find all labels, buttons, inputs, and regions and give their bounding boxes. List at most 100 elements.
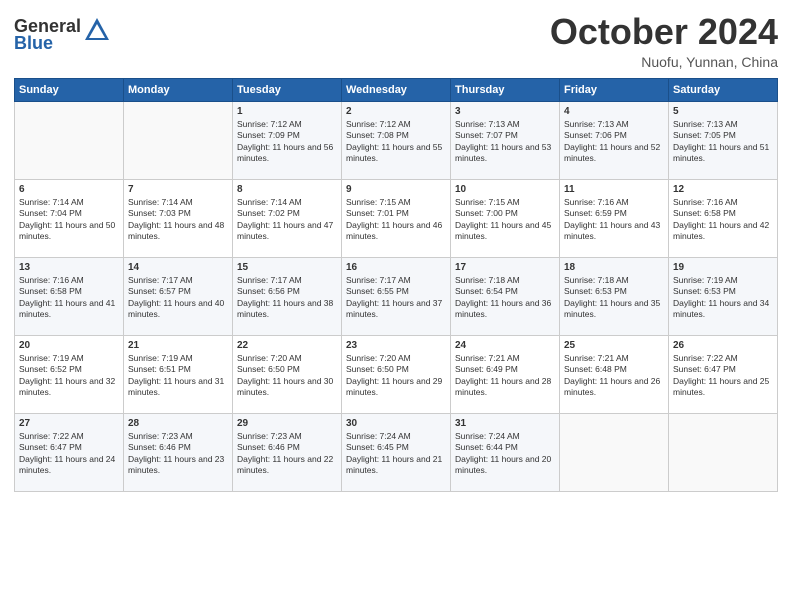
calendar-table: SundayMondayTuesdayWednesdayThursdayFrid… (14, 78, 778, 492)
week-row-2: 6 Sunrise: 7:14 AMSunset: 7:04 PMDaylight… (15, 179, 778, 257)
calendar-cell: 20 Sunrise: 7:19 AMSunset: 6:52 PMDayligh… (15, 335, 124, 413)
day-info: Sunrise: 7:14 AMSunset: 7:04 PMDaylight:… (19, 197, 119, 243)
header-day-monday: Monday (124, 78, 233, 101)
calendar-cell: 10Sunrise: 7:15 AMSunset: 7:00 PMDayligh… (451, 179, 560, 257)
day-info: Sunrise: 7:23 AMSunset: 6:46 PMDaylight:… (237, 431, 337, 477)
calendar-cell (560, 413, 669, 491)
day-info: Sunrise: 7:12 AMSunset: 7:08 PMDaylight:… (346, 119, 446, 165)
day-info: Sunrise: 7:16 AMSunset: 6:58 PMDaylight:… (19, 275, 119, 321)
day-info: Sunrise: 7:13 AMSunset: 7:05 PMDaylight:… (673, 119, 773, 165)
calendar-cell: 2 Sunrise: 7:12 AMSunset: 7:08 PMDaylight… (342, 101, 451, 179)
day-number: 6 (19, 184, 119, 195)
day-number: 15 (237, 262, 337, 273)
calendar-cell: 29 Sunrise: 7:23 AMSunset: 6:46 PMDayligh… (233, 413, 342, 491)
header-day-friday: Friday (560, 78, 669, 101)
day-number: 23 (346, 340, 446, 351)
day-number: 22 (237, 340, 337, 351)
day-info: Sunrise: 7:19 AMSunset: 6:52 PMDaylight:… (19, 353, 119, 399)
day-number: 29 (237, 418, 337, 429)
day-info: Sunrise: 7:23 AMSunset: 6:46 PMDaylight:… (128, 431, 228, 477)
calendar-cell: 19 Sunrise: 7:19 AMSunset: 6:53 PMDayligh… (669, 257, 778, 335)
calendar-cell: 17Sunrise: 7:18 AMSunset: 6:54 PMDayligh… (451, 257, 560, 335)
day-info: Sunrise: 7:19 AMSunset: 6:53 PMDaylight:… (673, 275, 773, 321)
calendar-cell: 24Sunrise: 7:21 AMSunset: 6:49 PMDayligh… (451, 335, 560, 413)
calendar-cell: 9Sunrise: 7:15 AMSunset: 7:01 PMDaylight… (342, 179, 451, 257)
day-info: Sunrise: 7:22 AMSunset: 6:47 PMDaylight:… (673, 353, 773, 399)
header-day-saturday: Saturday (669, 78, 778, 101)
logo-icon (83, 16, 111, 44)
day-info: Sunrise: 7:13 AMSunset: 7:07 PMDaylight:… (455, 119, 555, 165)
day-number: 7 (128, 184, 228, 195)
header-day-sunday: Sunday (15, 78, 124, 101)
title-block: October 2024 Nuofu, Yunnan, China (550, 12, 778, 70)
day-number: 12 (673, 184, 773, 195)
calendar-cell: 25 Sunrise: 7:21 AMSunset: 6:48 PMDayligh… (560, 335, 669, 413)
header-day-tuesday: Tuesday (233, 78, 342, 101)
day-number: 1 (237, 106, 337, 117)
day-number: 18 (564, 262, 664, 273)
day-number: 2 (346, 106, 446, 117)
day-info: Sunrise: 7:14 AMSunset: 7:03 PMDaylight:… (128, 197, 228, 243)
calendar-cell: 18 Sunrise: 7:18 AMSunset: 6:53 PMDayligh… (560, 257, 669, 335)
day-number: 5 (673, 106, 773, 117)
day-info: Sunrise: 7:19 AMSunset: 6:51 PMDaylight:… (128, 353, 228, 399)
day-number: 31 (455, 418, 555, 429)
day-info: Sunrise: 7:24 AMSunset: 6:45 PMDaylight:… (346, 431, 446, 477)
day-number: 4 (564, 106, 664, 117)
day-number: 17 (455, 262, 555, 273)
location: Nuofu, Yunnan, China (550, 54, 778, 70)
day-info: Sunrise: 7:22 AMSunset: 6:47 PMDaylight:… (19, 431, 119, 477)
calendar-cell: 8 Sunrise: 7:14 AMSunset: 7:02 PMDaylight… (233, 179, 342, 257)
calendar-cell: 27 Sunrise: 7:22 AMSunset: 6:47 PMDayligh… (15, 413, 124, 491)
day-info: Sunrise: 7:21 AMSunset: 6:48 PMDaylight:… (564, 353, 664, 399)
calendar-cell: 14 Sunrise: 7:17 AMSunset: 6:57 PMDayligh… (124, 257, 233, 335)
day-number: 25 (564, 340, 664, 351)
calendar-cell: 22 Sunrise: 7:20 AMSunset: 6:50 PMDayligh… (233, 335, 342, 413)
day-info: Sunrise: 7:16 AMSunset: 6:59 PMDaylight:… (564, 197, 664, 243)
day-info: Sunrise: 7:14 AMSunset: 7:02 PMDaylight:… (237, 197, 337, 243)
calendar-cell: 3 Sunrise: 7:13 AMSunset: 7:07 PMDaylight… (451, 101, 560, 179)
week-row-4: 20 Sunrise: 7:19 AMSunset: 6:52 PMDayligh… (15, 335, 778, 413)
day-number: 16 (346, 262, 446, 273)
day-info: Sunrise: 7:13 AMSunset: 7:06 PMDaylight:… (564, 119, 664, 165)
calendar-cell: 15 Sunrise: 7:17 AMSunset: 6:56 PMDayligh… (233, 257, 342, 335)
calendar-cell (15, 101, 124, 179)
week-row-1: 1Sunrise: 7:12 AMSunset: 7:09 PMDaylight… (15, 101, 778, 179)
month-title: October 2024 (550, 12, 778, 52)
day-number: 8 (237, 184, 337, 195)
calendar-cell: 4 Sunrise: 7:13 AMSunset: 7:06 PMDaylight… (560, 101, 669, 179)
day-number: 26 (673, 340, 773, 351)
calendar-cell (124, 101, 233, 179)
day-number: 14 (128, 262, 228, 273)
day-info: Sunrise: 7:24 AMSunset: 6:44 PMDaylight:… (455, 431, 555, 477)
calendar-cell: 26 Sunrise: 7:22 AMSunset: 6:47 PMDayligh… (669, 335, 778, 413)
calendar-cell: 5 Sunrise: 7:13 AMSunset: 7:05 PMDaylight… (669, 101, 778, 179)
day-number: 20 (19, 340, 119, 351)
header-day-wednesday: Wednesday (342, 78, 451, 101)
day-info: Sunrise: 7:20 AMSunset: 6:50 PMDaylight:… (237, 353, 337, 399)
day-info: Sunrise: 7:15 AMSunset: 7:00 PMDaylight:… (455, 197, 555, 243)
day-number: 24 (455, 340, 555, 351)
day-info: Sunrise: 7:17 AMSunset: 6:57 PMDaylight:… (128, 275, 228, 321)
calendar-cell: 6 Sunrise: 7:14 AMSunset: 7:04 PMDaylight… (15, 179, 124, 257)
day-number: 3 (455, 106, 555, 117)
day-number: 19 (673, 262, 773, 273)
calendar-cell: 31 Sunrise: 7:24 AMSunset: 6:44 PMDayligh… (451, 413, 560, 491)
day-number: 27 (19, 418, 119, 429)
day-info: Sunrise: 7:15 AMSunset: 7:01 PMDaylight:… (346, 197, 446, 243)
day-number: 11 (564, 184, 664, 195)
calendar-cell: 7 Sunrise: 7:14 AMSunset: 7:03 PMDaylight… (124, 179, 233, 257)
day-number: 13 (19, 262, 119, 273)
calendar-header-row: SundayMondayTuesdayWednesdayThursdayFrid… (15, 78, 778, 101)
day-info: Sunrise: 7:16 AMSunset: 6:58 PMDaylight:… (673, 197, 773, 243)
calendar-cell: 1Sunrise: 7:12 AMSunset: 7:09 PMDaylight… (233, 101, 342, 179)
week-row-5: 27 Sunrise: 7:22 AMSunset: 6:47 PMDayligh… (15, 413, 778, 491)
calendar-cell: 11 Sunrise: 7:16 AMSunset: 6:59 PMDayligh… (560, 179, 669, 257)
calendar-cell: 23Sunrise: 7:20 AMSunset: 6:50 PMDayligh… (342, 335, 451, 413)
calendar-cell (669, 413, 778, 491)
calendar-cell: 28Sunrise: 7:23 AMSunset: 6:46 PMDayligh… (124, 413, 233, 491)
calendar-cell: 12 Sunrise: 7:16 AMSunset: 6:58 PMDayligh… (669, 179, 778, 257)
page-container: General Blue October 2024 Nuofu, Yunnan,… (0, 0, 792, 500)
day-info: Sunrise: 7:18 AMSunset: 6:53 PMDaylight:… (564, 275, 664, 321)
day-info: Sunrise: 7:17 AMSunset: 6:56 PMDaylight:… (237, 275, 337, 321)
